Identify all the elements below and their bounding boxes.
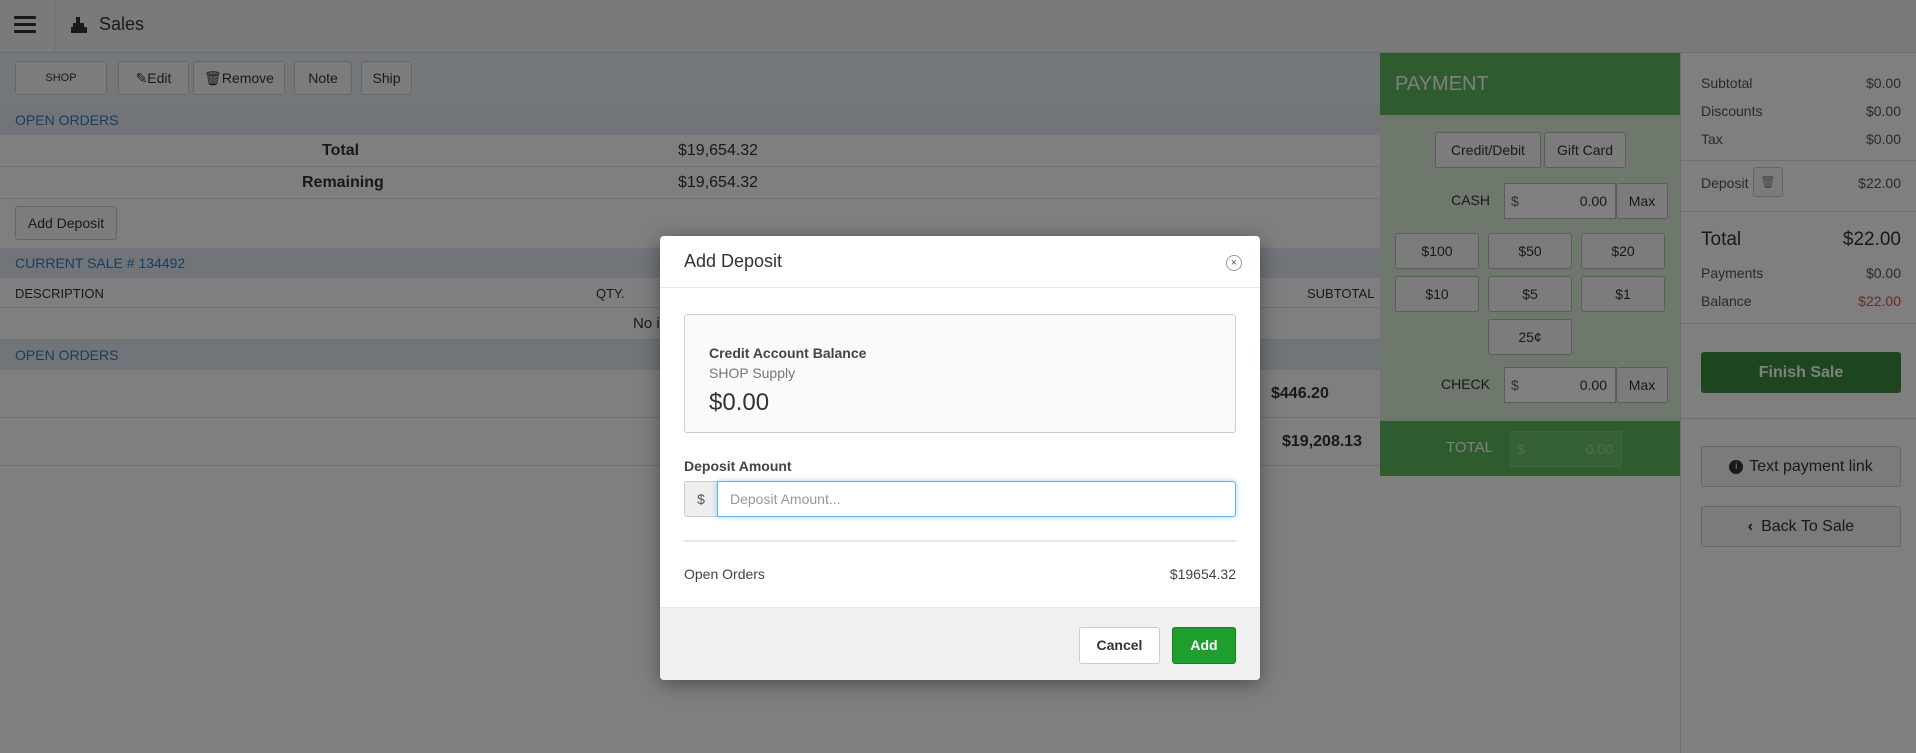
deposit-input-group: $ [684, 481, 1236, 517]
modal-header: Add Deposit × [660, 236, 1260, 288]
deposit-currency-addon: $ [684, 481, 718, 517]
close-icon[interactable]: × [1226, 255, 1242, 271]
deposit-amount-input[interactable] [717, 481, 1236, 517]
credit-amount: $0.00 [709, 389, 770, 416]
modal-title: Add Deposit [684, 251, 783, 271]
add-deposit-modal: Add Deposit × Credit Account Balance SHO… [660, 236, 1260, 680]
credit-title: Credit Account Balance [709, 345, 867, 361]
credit-customer: SHOP Supply [709, 365, 796, 381]
deposit-amount-label: Deposit Amount [684, 458, 792, 474]
cancel-button[interactable]: Cancel [1079, 627, 1160, 664]
credit-account-card: Credit Account Balance SHOP Supply $0.00 [684, 314, 1236, 433]
add-button[interactable]: Add [1172, 627, 1236, 664]
divider [684, 540, 1236, 542]
open-orders-label: Open Orders [684, 566, 765, 582]
modal-footer: Cancel Add [660, 607, 1260, 680]
open-orders-value: $19654.32 [1169, 566, 1236, 582]
